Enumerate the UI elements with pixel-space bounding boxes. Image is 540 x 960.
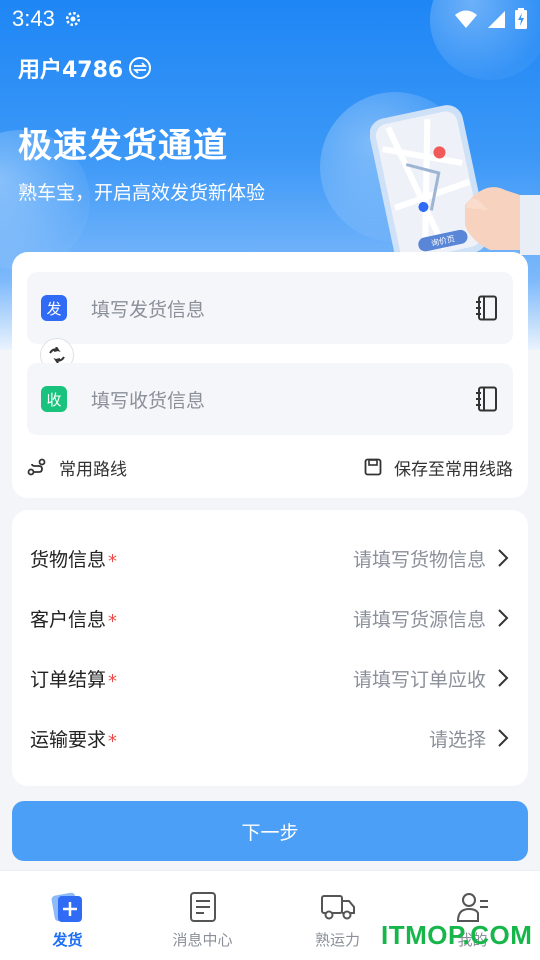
receiver-tag: 收 [41,386,67,412]
common-routes-link[interactable]: 常用路线 [27,455,127,480]
sender-field[interactable]: 发 填写发货信息 [27,272,513,344]
required-mark: * [108,730,118,752]
gear-icon [65,11,80,27]
required-mark: * [108,670,118,692]
route-icon [27,458,46,476]
route-card: 发 填写发货信息 收 填写收货信息 常用路线 保存至常用线路 [12,252,528,498]
status-bar: 3:43 [0,0,540,38]
order-info-card: 货物信息 * 请填写货物信息 客户信息 * 请填写货源信息 订单结算 * 请填写… [12,510,528,786]
chevron-right-icon [498,549,509,567]
chevron-right-icon [498,609,509,627]
route-links: 常用路线 保存至常用线路 [27,452,513,482]
address-book-icon[interactable] [475,295,499,321]
required-mark: * [108,550,118,572]
tab-label: 发货 [52,931,83,949]
phone-map-illustration: 询价页 [370,105,540,260]
document-icon [185,889,221,925]
tab-ship[interactable]: 发货 [0,871,135,960]
row-label: 运输要求 [30,728,107,751]
row-label: 订单结算 [30,668,107,691]
order-settlement-row[interactable]: 订单结算 * 请填写订单应收 [30,658,510,698]
common-routes-label: 常用路线 [59,459,127,480]
row-value: 请填写订单应收 [352,668,486,691]
switch-account-icon [129,57,152,79]
sender-tag: 发 [41,295,67,321]
chevron-right-icon [498,729,509,747]
row-value: 请填写货物信息 [352,548,486,571]
tab-messages[interactable]: 消息中心 [135,871,270,960]
cargo-info-row[interactable]: 货物信息 * 请填写货物信息 [30,538,510,578]
truck-icon [320,889,356,925]
watermark: ITMOP.COM [381,920,533,950]
save-route-link[interactable]: 保存至常用线路 [364,455,513,480]
sender-placeholder: 填写发货信息 [91,298,206,321]
row-label: 客户信息 [30,608,107,631]
row-value: 请填写货源信息 [352,608,486,631]
status-time: 3:43 [12,6,55,31]
transport-requirements-row[interactable]: 运输要求 * 请选择 [30,718,510,758]
customer-info-row[interactable]: 客户信息 * 请填写货源信息 [30,598,510,638]
swap-icon [49,347,65,363]
required-mark: * [108,610,118,632]
chevron-right-icon [498,669,509,687]
address-book-icon[interactable] [475,386,499,412]
user-switcher[interactable]: 用户4786 [18,52,152,84]
row-label: 货物信息 [30,548,107,571]
receiver-field[interactable]: 收 填写收货信息 [27,363,513,435]
save-route-label: 保存至常用线路 [394,459,513,480]
hero-title: 极速发货通道 [18,126,228,166]
row-value: 请选择 [428,728,486,751]
battery-icon [515,8,527,29]
ship-plus-icon [50,889,86,925]
wifi-icon [455,10,477,28]
save-icon [364,458,382,476]
tab-label: 熟运力 [314,931,360,949]
next-step-button[interactable]: 下一步 [12,801,528,861]
hero-subtitle: 熟车宝，开启高效发货新体验 [18,182,266,204]
signal-icon [488,11,505,28]
user-name: 用户4786 [18,58,124,83]
tab-label: 消息中心 [172,931,233,949]
receiver-placeholder: 填写收货信息 [91,389,206,412]
